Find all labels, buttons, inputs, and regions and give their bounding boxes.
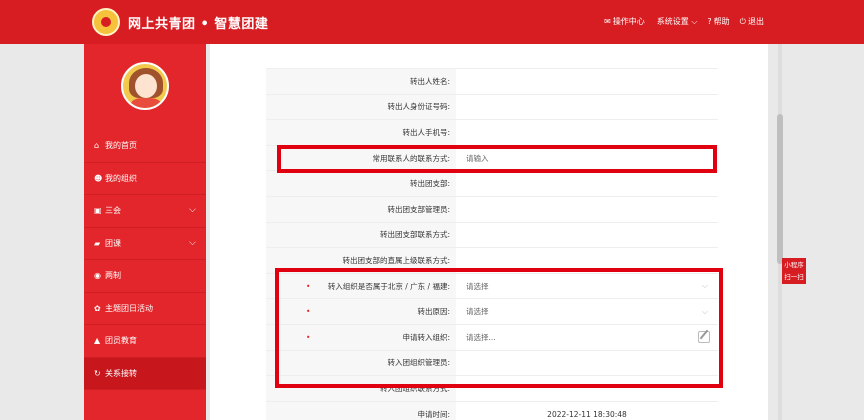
top-bar: 网上共青团 • 智慧团建 ✉ 操作中心 系统设置 ⌵? 帮助 ⏻ 退出 bbox=[0, 0, 864, 44]
sidebar-item-1[interactable]: ☻ 我的组织 bbox=[84, 163, 206, 195]
star-icon: ✿ bbox=[94, 303, 101, 313]
app-title: 网上共青团 • 智慧团建 bbox=[128, 17, 269, 32]
form-value bbox=[456, 197, 718, 222]
form-row: 转出人姓名: bbox=[266, 69, 718, 95]
sidebar-item-label: 三会 bbox=[105, 206, 121, 216]
topnav-label: 操作中心 bbox=[612, 17, 645, 26]
form-label: 转出人手机号: bbox=[266, 120, 456, 145]
form-value bbox=[456, 95, 718, 120]
form-row: 转出人手机号: bbox=[266, 120, 718, 146]
topnav-item-0[interactable]: ✉ 操作中心 bbox=[604, 16, 645, 27]
form-label-text: 转出团支部管理员: bbox=[387, 204, 450, 214]
topnav-item-1[interactable]: 系统设置 ⌵ bbox=[655, 16, 698, 27]
graduation-icon: ▲ bbox=[94, 336, 101, 346]
chevron-down-icon: ⌵ bbox=[189, 237, 196, 248]
form-row: 申请时间: 2022-12-11 18:30:48 bbox=[266, 401, 718, 420]
form-label-text: 申请时间: bbox=[417, 409, 450, 419]
folder-icon: ▰ bbox=[94, 238, 101, 248]
form-value bbox=[456, 120, 718, 145]
gear-icon: ◉ bbox=[94, 271, 101, 281]
form-label: 转出人身份证号码: bbox=[266, 94, 456, 120]
form-label-text: 转出人身份证号码: bbox=[387, 102, 450, 112]
mail-icon: ✉ bbox=[604, 17, 611, 26]
sidebar-item-label: 我的组织 bbox=[105, 173, 137, 183]
form-label: 转出团支部联系方式: bbox=[266, 222, 456, 248]
sidebar-item-0[interactable]: ⌂ 我的首页 bbox=[84, 130, 206, 163]
form-value-text: 2022-12-11 18:30:48 bbox=[547, 409, 627, 419]
sidebar: ⌂ 我的首页 ☻ 我的组织 ▣ 三会 ⌵ ▰ 团课 ⌵ ◉ 两制 ✿ 主题团日活动 ▲ 团员教育 ↻ 关系接转 bbox=[84, 44, 206, 420]
form-label-text: 转出团支部联系方式: bbox=[379, 230, 450, 240]
form-row: 转出团支部: bbox=[266, 171, 718, 197]
form-row: 转出团支部联系方式: bbox=[266, 222, 718, 249]
highlight-box-contact bbox=[277, 145, 717, 173]
topnav-label: 系统设置 ⌵ bbox=[656, 17, 698, 26]
sidebar-item-6[interactable]: ▲ 团员教育 bbox=[84, 325, 206, 358]
sidebar-item-label: 两制 bbox=[105, 271, 121, 281]
form-value bbox=[456, 223, 718, 248]
form-row: 转出人身份证号码: bbox=[266, 94, 718, 121]
chevron-down-icon: ⌵ bbox=[189, 205, 196, 215]
sidebar-item-label: 团课 bbox=[105, 238, 121, 248]
sidebar-menu: ⌂ 我的首页 ☻ 我的组织 ▣ 三会 ⌵ ▰ 团课 ⌵ ◉ 两制 ✿ 主题团日活动 ▲ 团员教育 ↻ 关系接转 bbox=[84, 130, 206, 390]
edit-icon: ▣ bbox=[94, 206, 102, 216]
form-value bbox=[456, 69, 718, 94]
sidebar-item-4[interactable]: ◉ 两制 bbox=[84, 260, 206, 293]
form-label: 转出团支部管理员: bbox=[266, 196, 456, 222]
sidebar-item-label: 团员教育 bbox=[105, 336, 137, 346]
sidebar-item-label: 我的首页 bbox=[105, 141, 137, 151]
help-icon: ? bbox=[707, 17, 712, 26]
form-label-text: 转出人手机号: bbox=[402, 127, 450, 137]
refresh-icon: ↻ bbox=[94, 368, 101, 378]
sidebar-item-label: 关系接转 bbox=[105, 368, 137, 378]
sidebar-item-2[interactable]: ▣ 三会 ⌵ bbox=[84, 195, 206, 228]
youth-league-logo-icon bbox=[92, 8, 120, 36]
avatar[interactable] bbox=[121, 62, 169, 110]
form-label: 转出团支部: bbox=[266, 171, 456, 196]
topnav-item-2[interactable]: ? 帮助 bbox=[707, 16, 729, 27]
home-icon: ⌂ bbox=[94, 141, 100, 151]
highlight-box-transfer-target bbox=[275, 268, 723, 388]
users-icon: ☻ bbox=[94, 173, 103, 183]
form-label: 申请时间: bbox=[266, 401, 456, 420]
top-nav: ✉ 操作中心 系统设置 ⌵? 帮助 ⏻ 退出 bbox=[604, 16, 764, 27]
mini-program-badge[interactable]: 小程序 扫一扫 bbox=[782, 258, 806, 284]
sidebar-item-label: 主题团日活动 bbox=[105, 303, 153, 313]
power-icon: ⏻ bbox=[739, 17, 746, 26]
form-value: 2022-12-11 18:30:48 bbox=[456, 402, 718, 420]
topnav-item-3[interactable]: ⏻ 退出 bbox=[740, 16, 764, 27]
sidebar-item-7[interactable]: ↻ 关系接转 bbox=[84, 357, 206, 390]
topnav-label: 退出 bbox=[748, 17, 764, 26]
form-value bbox=[456, 171, 718, 196]
form-label-text: 转出团支部的直属上级联系方式: bbox=[342, 255, 450, 265]
scrollbar-thumb[interactable] bbox=[777, 114, 783, 264]
sidebar-item-5[interactable]: ✿ 主题团日活动 bbox=[84, 293, 206, 325]
form-label-text: 转出团支部: bbox=[409, 179, 450, 189]
form-row: 转出团支部管理员: bbox=[266, 196, 718, 223]
sidebar-item-3[interactable]: ▰ 团课 ⌵ bbox=[84, 228, 206, 260]
form-label: 转出人姓名: bbox=[266, 69, 456, 94]
topnav-label: 帮助 bbox=[713, 17, 730, 26]
form-label-text: 转出人姓名: bbox=[409, 76, 450, 86]
